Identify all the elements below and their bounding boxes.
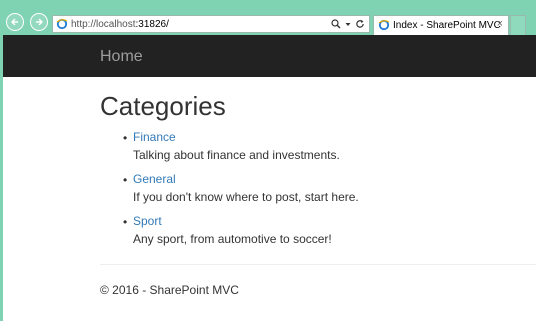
list-bullet: •: [123, 215, 128, 229]
list-item: • Sport Any sport, from automotive to so…: [100, 214, 359, 256]
address-url: http://localhost:31826/: [71, 18, 169, 31]
forward-button[interactable]: [30, 13, 48, 31]
tab-close-button[interactable]: ×: [497, 18, 503, 31]
navbar: Home: [3, 35, 536, 77]
address-bar[interactable]: http://localhost:31826/: [52, 15, 370, 33]
list-bullet: •: [123, 173, 128, 187]
page-viewport: Home Categories • Finance Talking about …: [0, 35, 536, 321]
back-arrow-icon: [11, 18, 18, 26]
footer-copyright: © 2016 - SharePoint MVC: [100, 283, 239, 297]
address-port: :31826/: [135, 19, 169, 30]
refresh-icon[interactable]: [355, 19, 365, 29]
new-tab-button[interactable]: [510, 15, 526, 35]
browser-tab[interactable]: Index - SharePoint MVC ×: [373, 15, 509, 35]
page-title: Categories: [100, 91, 226, 121]
address-bar-tools: [331, 17, 365, 31]
category-description: Any sport, from automotive to soccer!: [133, 232, 332, 246]
ie-favicon-icon: [56, 18, 68, 30]
list-bullet: •: [123, 131, 128, 145]
search-icon[interactable]: [331, 19, 341, 29]
footer-divider: [100, 264, 536, 265]
category-link-general[interactable]: General: [133, 172, 359, 187]
forward-arrow-icon: [36, 18, 43, 26]
category-link-sport[interactable]: Sport: [133, 214, 359, 229]
navbar-brand-home[interactable]: Home: [100, 47, 143, 67]
category-list: • Finance Talking about finance and inve…: [100, 130, 359, 256]
browser-chrome: http://localhost:31826/ Index - SharePoi…: [0, 0, 536, 35]
list-item: • Finance Talking about finance and inve…: [100, 130, 359, 172]
tab-title: Index - SharePoint MVC: [393, 20, 501, 31]
category-description: Talking about finance and investments.: [133, 148, 340, 162]
list-item: • General If you don't know where to pos…: [100, 172, 359, 214]
back-button[interactable]: [6, 13, 24, 31]
ie-favicon-icon: [378, 19, 390, 31]
category-link-finance[interactable]: Finance: [133, 130, 359, 145]
category-description: If you don't know where to post, start h…: [133, 190, 359, 204]
dropdown-icon[interactable]: [345, 19, 351, 29]
address-host: http://localhost: [71, 19, 136, 30]
